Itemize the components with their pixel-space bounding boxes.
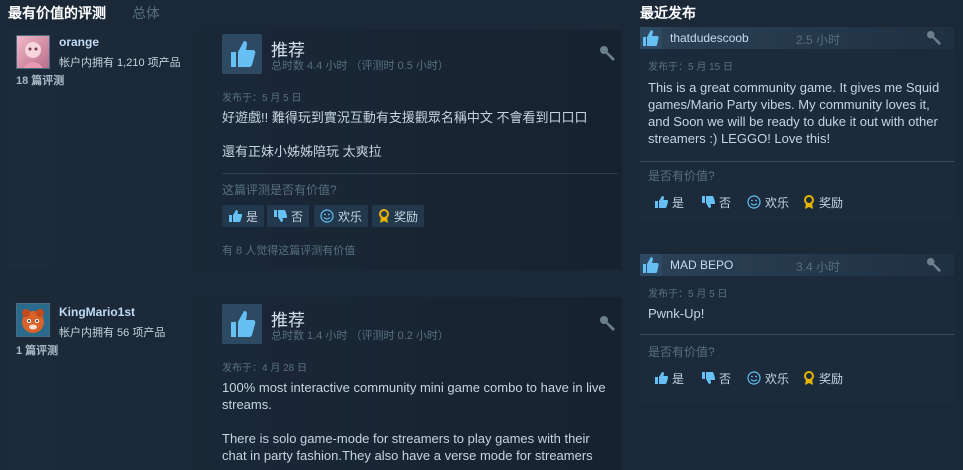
helpful-question: 这篇评测是否有价值? bbox=[222, 183, 337, 197]
recommended-thumb-icon bbox=[640, 254, 662, 276]
most-helpful-header: 最有价值的评测 bbox=[8, 5, 106, 21]
vote-no-button[interactable]: 否 bbox=[695, 191, 737, 213]
recommended-thumb-icon[interactable] bbox=[222, 304, 262, 344]
posted-date: 发布于：5 月 5 日 bbox=[648, 289, 728, 300]
thumbs-up-icon bbox=[655, 196, 668, 208]
posted-date: 发布于：5 月 5 日 bbox=[222, 93, 302, 104]
award-button[interactable]: 奖励 bbox=[372, 205, 425, 227]
vote-no-label: 否 bbox=[291, 209, 304, 224]
review-card: KingMario1st 帐户内拥有 56 项产品 1 篇评测 推荐 总时数 1… bbox=[8, 297, 622, 470]
divider bbox=[640, 334, 954, 335]
vote-yes-label: 是 bbox=[672, 195, 685, 210]
key-icon bbox=[600, 46, 615, 61]
vote-funny-button[interactable]: 欢乐 bbox=[741, 191, 795, 213]
helpful-question: 是否有价值? bbox=[648, 169, 715, 183]
vote-no-button[interactable]: 否 bbox=[695, 367, 737, 389]
review-card: orange 帐户内拥有 1,210 项产品 18 篇评测 推荐 总时数 4.4… bbox=[8, 30, 622, 270]
playtime: 总时数 4.4 小时 （评测时 0.5 小时） bbox=[271, 60, 449, 72]
recent-review-card: thatdudescoob 2.5 小时 发布于：5 月 15 日 This i… bbox=[640, 27, 954, 222]
playtime: 总时数 1.4 小时 （评测时 0.2 小时） bbox=[271, 330, 449, 342]
vote-funny-label: 欢乐 bbox=[765, 371, 790, 386]
recent-review-text: This is a great community game. It gives… bbox=[648, 80, 940, 146]
recommended-thumb-icon bbox=[640, 27, 662, 49]
award-label: 奖励 bbox=[819, 195, 844, 210]
award-icon bbox=[804, 195, 814, 209]
thumbs-up-icon bbox=[229, 210, 242, 222]
helpful-count: 有 8 人觉得这篇评测有价值 bbox=[222, 245, 356, 257]
avatar[interactable] bbox=[16, 35, 50, 69]
review-text-line: 還有正妹小姊姊陪玩 太爽拉 bbox=[222, 144, 382, 159]
overall-tab[interactable]: 总体 bbox=[132, 3, 160, 23]
recent-review-card: MAD BEPO 3.4 小时 发布于：5 月 5 日 Pwnk-Up! 是否有… bbox=[640, 254, 954, 402]
key-icon bbox=[600, 316, 615, 331]
reviewer-name[interactable]: orange bbox=[59, 35, 99, 49]
key-icon bbox=[926, 257, 941, 272]
recent-review-text: Pwnk-Up! bbox=[648, 306, 705, 321]
recent-header: 最近发布 bbox=[640, 5, 696, 21]
helpful-question: 是否有价值? bbox=[648, 345, 715, 359]
review-text-line: There is solo game-mode for streamers to… bbox=[222, 431, 593, 463]
review-text-line: 100% most interactive community mini gam… bbox=[222, 380, 606, 412]
posted-date: 发布于：4 月 28 日 bbox=[222, 363, 308, 374]
smiley-icon bbox=[747, 195, 761, 209]
vote-yes-button[interactable]: 是 bbox=[222, 205, 265, 227]
products-owned[interactable]: 帐户内拥有 56 项产品 bbox=[59, 324, 165, 340]
thumbs-up-icon bbox=[655, 372, 668, 384]
vote-no-button[interactable]: 否 bbox=[267, 205, 310, 227]
products-owned[interactable]: 帐户内拥有 1,210 项产品 bbox=[59, 54, 181, 70]
recommended-thumb-icon[interactable] bbox=[222, 34, 262, 74]
award-button[interactable]: 奖励 bbox=[797, 367, 849, 389]
recent-reviewer-name[interactable]: MAD BEPO bbox=[670, 258, 733, 272]
award-label: 奖励 bbox=[394, 209, 419, 224]
divider bbox=[222, 173, 618, 174]
divider bbox=[640, 161, 954, 162]
vote-funny-label: 欢乐 bbox=[765, 195, 790, 210]
award-icon bbox=[379, 209, 389, 223]
recent-playtime: 3.4 小时 bbox=[796, 260, 841, 274]
vote-yes-button[interactable]: 是 bbox=[648, 191, 690, 213]
vote-yes-label: 是 bbox=[672, 371, 685, 386]
review-count[interactable]: 18 篇评测 bbox=[16, 72, 64, 88]
thumbs-down-icon bbox=[274, 210, 287, 222]
thumbs-down-icon bbox=[702, 196, 715, 208]
vote-funny-label: 欢乐 bbox=[338, 209, 363, 224]
smiley-icon bbox=[320, 209, 334, 223]
reviewer-name[interactable]: KingMario1st bbox=[59, 305, 135, 319]
award-button[interactable]: 奖励 bbox=[797, 191, 849, 213]
vote-no-label: 否 bbox=[719, 371, 732, 386]
award-label: 奖励 bbox=[819, 371, 844, 386]
vote-funny-button[interactable]: 欢乐 bbox=[741, 367, 795, 389]
recent-playtime: 2.5 小时 bbox=[796, 33, 841, 47]
vote-yes-label: 是 bbox=[246, 209, 259, 224]
review-text-line: 好遊戲!! 難得玩到實況互動有支援觀眾名稱中文 不會看到口口口 bbox=[222, 110, 588, 125]
thumbs-down-icon bbox=[702, 372, 715, 384]
review-count[interactable]: 1 篇评测 bbox=[16, 342, 58, 358]
award-icon bbox=[804, 371, 814, 385]
vote-yes-button[interactable]: 是 bbox=[648, 367, 690, 389]
recent-reviewer-name[interactable]: thatdudescoob bbox=[670, 31, 749, 45]
vote-no-label: 否 bbox=[719, 195, 732, 210]
vote-funny-button[interactable]: 欢乐 bbox=[314, 205, 369, 227]
posted-date: 发布于：5 月 15 日 bbox=[648, 62, 734, 73]
avatar[interactable] bbox=[16, 303, 50, 337]
key-icon bbox=[926, 30, 941, 45]
smiley-icon bbox=[747, 371, 761, 385]
